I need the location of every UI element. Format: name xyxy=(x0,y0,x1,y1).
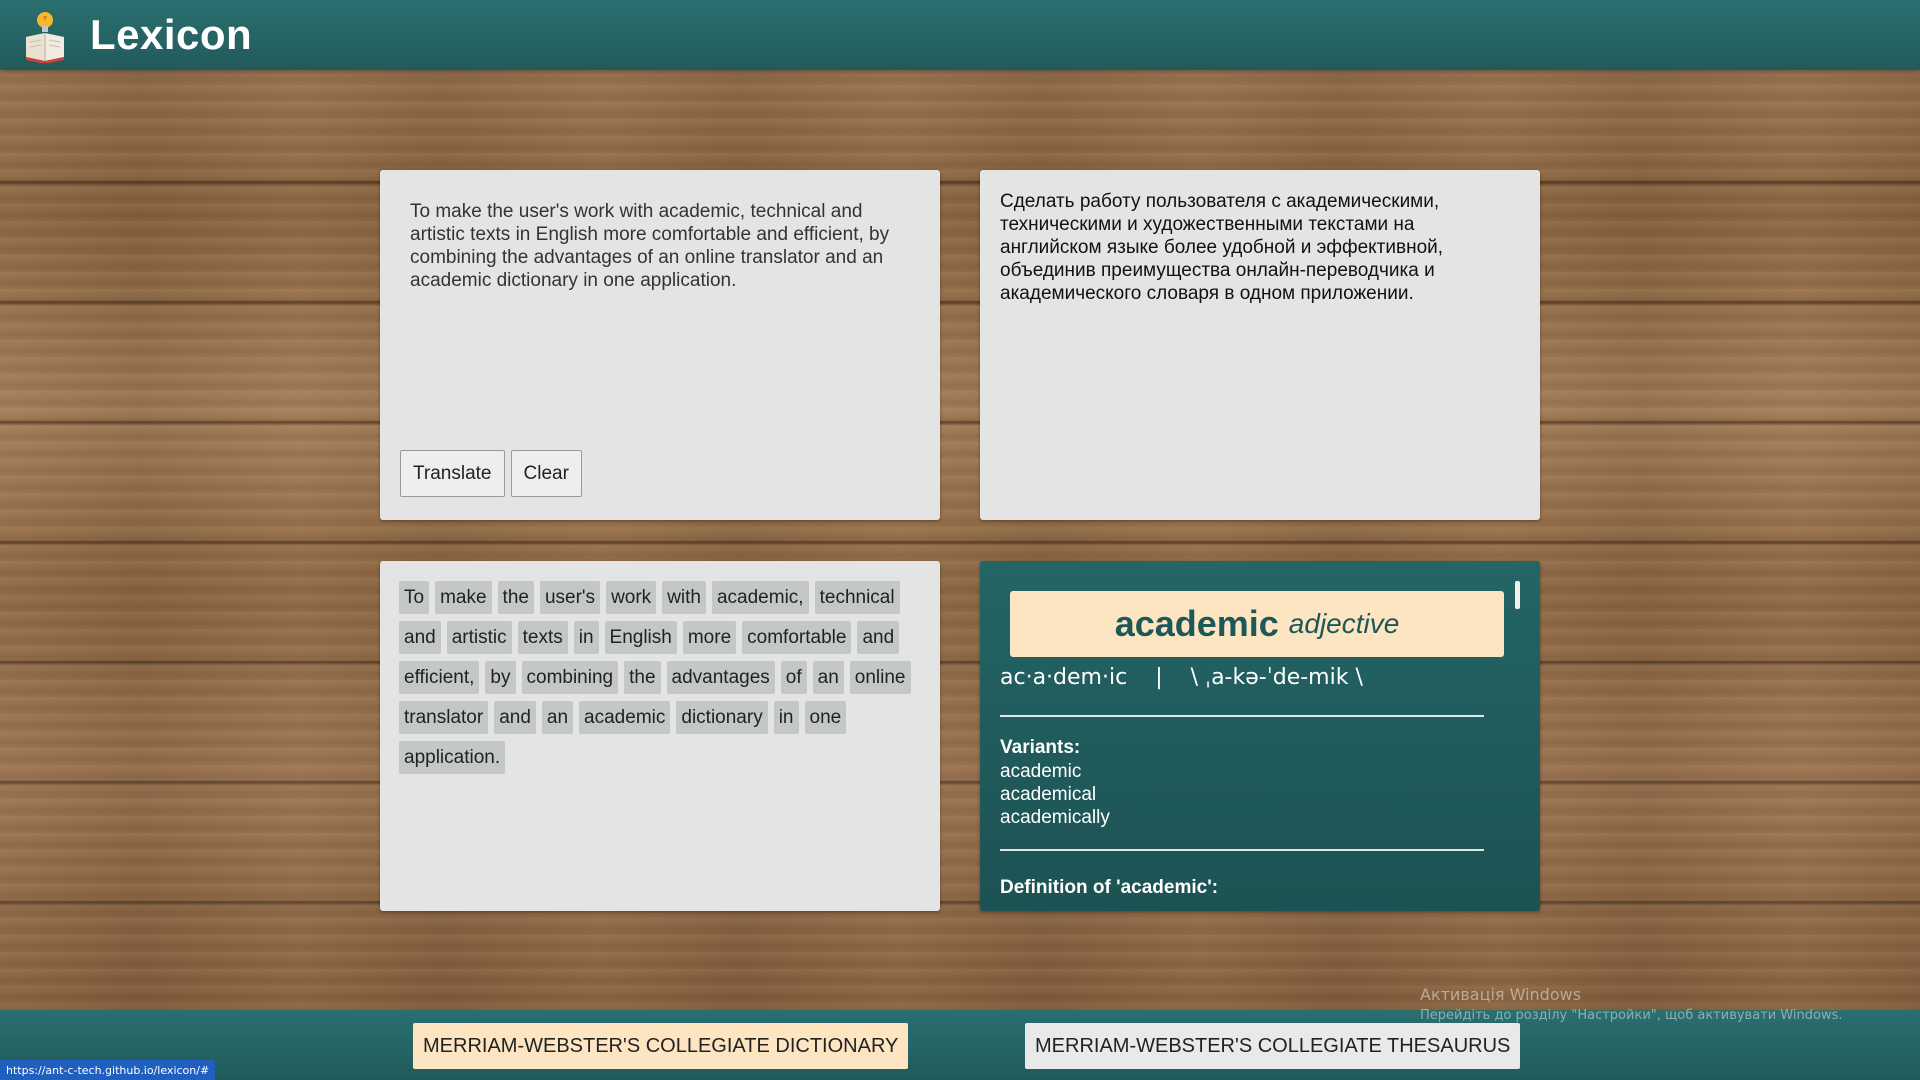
variants-list: academic academical academically xyxy=(1000,760,1110,829)
word-chip[interactable]: of xyxy=(780,661,807,694)
word-chip[interactable]: and xyxy=(399,621,441,654)
word-chip[interactable]: comfortable xyxy=(742,621,852,654)
variant-item: academically xyxy=(1000,807,1110,828)
translation-panel: Сделать работу пользователя с академичес… xyxy=(980,170,1540,520)
variant-item: academical xyxy=(1000,784,1097,805)
activation-text: Перейдіть до розділу "Настройки", щоб ак… xyxy=(1420,1008,1843,1023)
word-chip[interactable]: academic, xyxy=(711,581,809,614)
word-chip[interactable]: and xyxy=(857,621,900,654)
word-chip[interactable]: dictionary xyxy=(676,701,768,734)
variants-label: Variants: xyxy=(1000,737,1081,758)
source-text-input[interactable]: To make the user's work with academic, t… xyxy=(410,200,910,292)
app-header: Lexicon xyxy=(0,0,1920,70)
app-title: Lexicon xyxy=(90,11,253,58)
word-chip[interactable]: in xyxy=(573,621,599,654)
word-chip[interactable]: one xyxy=(804,701,847,734)
word-chip[interactable]: artistic xyxy=(446,621,512,654)
word-chip[interactable]: an xyxy=(812,661,844,694)
word-chip[interactable]: user's xyxy=(539,581,601,614)
word-chips: To make the user's work with academic, technica… xyxy=(399,581,919,774)
word-chip[interactable]: academic xyxy=(579,701,671,734)
word-chip[interactable]: To xyxy=(399,581,430,614)
word-chip[interactable]: and xyxy=(494,701,536,734)
word-chip[interactable]: work xyxy=(606,581,657,614)
variant-item: academic xyxy=(1000,761,1082,782)
source-actions: Translate Clear xyxy=(400,450,582,497)
pronunciation: \ ˌa-kə-ˈde-mik \ xyxy=(1190,665,1363,690)
word-chip[interactable]: application. xyxy=(399,741,506,774)
word-chip[interactable]: the xyxy=(497,581,534,614)
word-chip[interactable]: an xyxy=(541,701,574,734)
word-chip[interactable]: online xyxy=(849,661,911,694)
divider xyxy=(1000,849,1484,851)
headword: academic xyxy=(1114,603,1279,644)
clear-button[interactable]: Clear xyxy=(510,450,582,497)
word-chip[interactable]: translator xyxy=(399,701,489,734)
translate-button[interactable]: Translate xyxy=(400,450,505,497)
activation-title: Активація Windows xyxy=(1420,985,1582,1004)
word-chip[interactable]: by xyxy=(485,661,516,694)
word-chip[interactable]: technical xyxy=(814,581,900,614)
word-chip[interactable]: English xyxy=(604,621,677,654)
word-chip[interactable]: advantages xyxy=(666,661,775,694)
syllables: ac·a·dem·ic xyxy=(1000,665,1128,690)
status-bar-url: https://ant-c-tech.github.io/lexicon/# xyxy=(0,1060,216,1080)
word-chip[interactable]: more xyxy=(682,621,737,654)
collegiate-dictionary-button[interactable]: MERRIAM-WEBSTER'S COLLEGIATE DICTIONARY xyxy=(413,1023,909,1069)
word-chip[interactable]: texts xyxy=(517,621,568,654)
windows-activation-watermark: Активація Windows Перейдіть до розділу "… xyxy=(1420,985,1843,1023)
translation-output: Сделать работу пользователя с академичес… xyxy=(1000,191,1444,304)
pronunciation-separator: | xyxy=(1155,665,1163,690)
dictionary-panel: academic adjective ac·a·dem·ic | \ ˌa-kə-ˈ… xyxy=(980,561,1540,911)
part-of-speech: adjective xyxy=(1288,608,1400,639)
word-chip[interactable]: in xyxy=(773,701,799,734)
collegiate-thesaurus-button[interactable]: MERRIAM-WEBSTER'S COLLEGIATE THESAURUS xyxy=(1025,1023,1521,1069)
book-lightbulb-logo-icon xyxy=(22,7,68,64)
word-chip[interactable]: make xyxy=(435,581,492,614)
dictionary-scrollbar[interactable] xyxy=(1515,581,1520,609)
word-chip[interactable]: efficient, xyxy=(399,661,480,694)
divider xyxy=(1000,715,1484,717)
word-chip[interactable]: with xyxy=(662,581,706,614)
pronunciation-line: ac·a·dem·ic | \ ˌa-kə-ˈde-mik \ xyxy=(1000,665,1363,690)
source-text-panel: To make the user's work with academic, t… xyxy=(380,170,940,520)
word-chip[interactable]: combining xyxy=(521,661,619,694)
definition-label: Definition of 'academic': xyxy=(1000,877,1219,898)
word-list-panel: To make the user's work with academic, technica… xyxy=(380,561,940,911)
word-chip[interactable]: the xyxy=(624,661,661,694)
headword-card: academic adjective xyxy=(1010,591,1504,657)
